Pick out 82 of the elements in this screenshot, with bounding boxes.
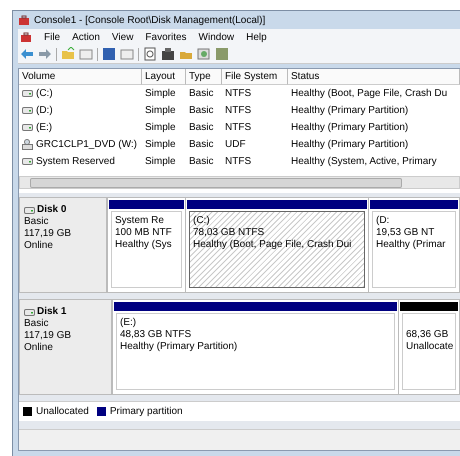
disk-size: 117,19 GB <box>24 228 72 240</box>
partition-block[interactable]: (C:) 78,03 GB NTFS Healthy (Boot, Page File, Crash Dui <box>189 211 365 288</box>
horizontal-scrollbar[interactable] <box>19 176 460 189</box>
partition-status: Healthy (Sys <box>115 239 173 251</box>
disk-size: 117,19 GB <box>24 330 72 342</box>
table-cell: (E:) <box>36 122 52 133</box>
disk-status: Online <box>24 240 54 252</box>
column-header[interactable]: Type <box>186 69 222 85</box>
menu-item[interactable]: Help <box>246 32 267 42</box>
toolbox-icon <box>20 32 32 42</box>
table-cell: Simple <box>145 156 176 167</box>
window-title: Console1 - [Console Root\Disk Management(Local)] <box>34 14 266 26</box>
column-header[interactable]: File System <box>222 69 288 85</box>
table-cell: Simple <box>145 139 176 150</box>
partition-status: Healthy (Primary Partition) <box>120 341 238 353</box>
console-tree-icon[interactable] <box>79 47 93 61</box>
drive-icon <box>22 158 33 165</box>
disk-type: Basic <box>24 216 50 228</box>
partition-bar <box>400 302 458 311</box>
menu-item[interactable]: Favorites <box>145 32 187 42</box>
folder-up-icon[interactable] <box>61 47 75 61</box>
legend-label: Primary partition <box>110 406 183 417</box>
partition-size: 78,03 GB NTFS <box>193 227 266 239</box>
table-cell: Basic <box>189 139 214 150</box>
drive-icon <box>22 90 33 97</box>
partition-size: 68,36 GB <box>406 329 450 341</box>
table-cell: Basic <box>189 156 214 167</box>
partition-label: (D: <box>376 215 390 227</box>
table-cell: NTFS <box>225 122 252 133</box>
disk-type: Basic <box>24 318 50 330</box>
table-cell: UDF <box>225 139 246 150</box>
disk-status: Online <box>24 342 54 354</box>
partition-label: (E:) <box>120 317 138 329</box>
table-cell: NTFS <box>225 156 252 167</box>
partition-block[interactable]: System Re 100 MB NTF Healthy (Sys <box>111 211 182 288</box>
table-cell: GRC1CLP1_DVD (W:) <box>36 139 137 150</box>
table-cell: NTFS <box>225 105 252 116</box>
drive-icon <box>22 124 33 131</box>
disk-name: Disk 1 <box>24 306 107 318</box>
drive-icon <box>22 107 33 114</box>
forward-icon[interactable] <box>38 47 52 61</box>
partition-size: 19,53 GB NT <box>376 227 436 239</box>
partition-block[interactable]: (E:) 48,83 GB NTFS Healthy (Primary Partition) <box>116 313 395 390</box>
back-icon[interactable] <box>20 47 34 61</box>
table-cell: Healthy (Primary Partition) <box>291 105 408 116</box>
table-cell: Basic <box>189 122 214 133</box>
table-cell: System Reserved <box>36 156 115 167</box>
partition-block[interactable]: 68,36 GB Unallocate <box>402 313 456 390</box>
menu-item[interactable]: Window <box>198 32 234 42</box>
table-cell: Simple <box>145 88 176 99</box>
table-cell: (C:) <box>36 88 53 99</box>
table-cell: Healthy (Primary Partition) <box>291 139 408 150</box>
partition-status: Unallocate <box>406 341 452 353</box>
partition-label: (C:) <box>193 215 211 227</box>
partition-status: Healthy (Boot, Page File, Crash Dui <box>193 239 352 251</box>
pane-icon[interactable] <box>120 47 134 61</box>
table-cell: NTFS <box>225 88 252 99</box>
partition-size: 100 MB NTF <box>115 227 173 239</box>
dvd-drive-icon <box>22 139 33 150</box>
table-cell: Basic <box>189 105 214 116</box>
partition-size: 48,83 GB NTFS <box>120 329 192 341</box>
menu-item[interactable]: Action <box>72 32 100 42</box>
table-cell: Healthy (Boot, Page File, Crash Du <box>291 88 448 99</box>
drive-icon <box>24 308 35 316</box>
table-cell: Basic <box>189 88 214 99</box>
toolbox-icon <box>18 14 30 26</box>
drive-icon <box>24 206 35 214</box>
column-header[interactable]: Layout <box>142 69 186 85</box>
partition-block[interactable]: (D: 19,53 GB NT Healthy (Primar <box>372 211 456 288</box>
table-cell: Healthy (Primary Partition) <box>291 122 408 133</box>
legend-label: Unallocated <box>36 406 89 417</box>
table-cell: Simple <box>145 122 176 133</box>
partition-status: Healthy (Primar <box>376 239 446 251</box>
table-cell: Simple <box>145 105 176 116</box>
table-cell: (D:) <box>36 105 53 116</box>
column-header[interactable]: Status <box>288 69 460 85</box>
column-header[interactable]: Volume <box>19 69 142 85</box>
partition-label: System Re <box>115 215 165 227</box>
menu-item[interactable]: File <box>44 32 60 42</box>
disk-name: Disk 0 <box>24 204 102 216</box>
menu-item[interactable]: View <box>112 32 134 42</box>
table-cell: Healthy (System, Active, Primary <box>291 156 437 167</box>
